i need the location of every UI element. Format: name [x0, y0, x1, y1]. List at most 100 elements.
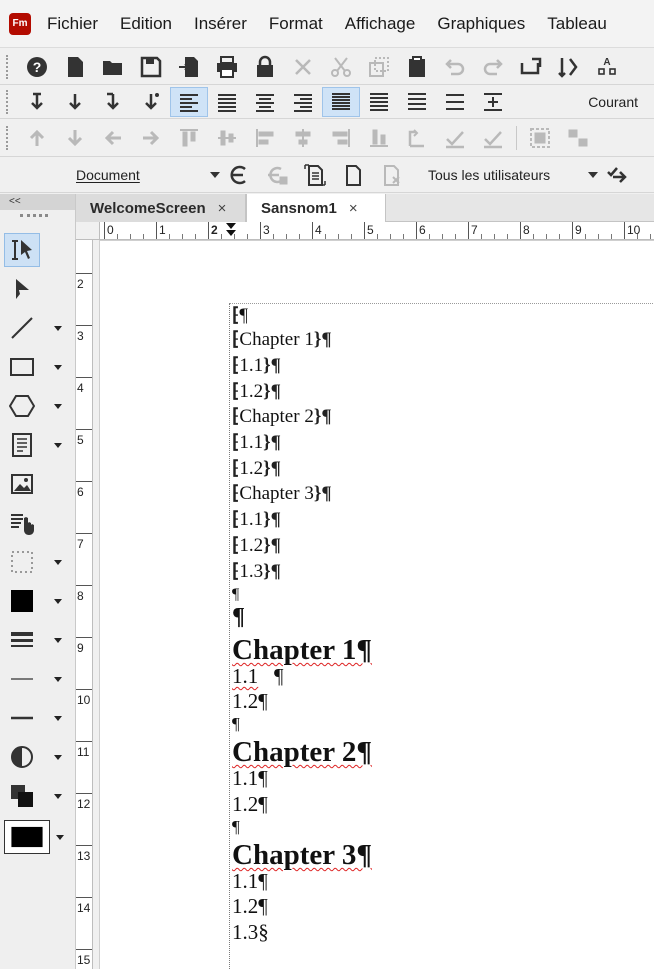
section-heading[interactable]: 1.2¶: [232, 792, 268, 817]
chevron-down-icon[interactable]: [54, 754, 62, 760]
tint-tool[interactable]: [4, 739, 70, 775]
move-left-icon[interactable]: [94, 123, 132, 153]
section-heading[interactable]: 1.1¶: [232, 869, 268, 894]
empty-paragraph[interactable]: ¶: [232, 714, 240, 734]
open-folder-icon[interactable]: [94, 52, 132, 82]
lock-track-changes-icon[interactable]: [258, 160, 296, 190]
empty-paragraph[interactable]: ¶: [232, 604, 245, 631]
document-canvas[interactable]: ⁅¶ ⁅Chapter 1}¶ ⁅1.1}¶ ⁅1.2}¶ ⁅Chapter 2…: [100, 240, 654, 969]
toolbar-grip[interactable]: [6, 125, 10, 150]
rotate-icon[interactable]: [398, 123, 436, 153]
frame-select-tool[interactable]: [4, 544, 70, 580]
users-select[interactable]: Tous les utilisateurs: [428, 167, 598, 183]
blank-page-icon[interactable]: [334, 160, 372, 190]
line-spacing-1-5-icon[interactable]: [360, 87, 398, 117]
check-icon[interactable]: [436, 123, 474, 153]
menu-format[interactable]: Format: [269, 14, 323, 34]
toolbar-grip[interactable]: [6, 89, 10, 114]
accept-changes-icon[interactable]: [598, 160, 636, 190]
toolbar-grip[interactable]: [6, 54, 10, 79]
chevron-down-icon[interactable]: [54, 364, 62, 370]
horizontal-ruler[interactable]: 0 1 2 3 4 5 6 7 8 9 10: [100, 222, 654, 240]
chevron-down-icon[interactable]: [54, 676, 62, 682]
copy-icon[interactable]: [360, 52, 398, 82]
line-spacing-triple-icon[interactable]: [436, 87, 474, 117]
tools-panel-grip[interactable]: [20, 214, 48, 222]
line-spacing-custom-icon[interactable]: [474, 87, 512, 117]
toc-entry[interactable]: ⁅1.2}¶: [232, 457, 281, 480]
line-style-tool[interactable]: [4, 661, 70, 697]
empty-paragraph[interactable]: ¶: [232, 586, 239, 604]
fill-color-tool[interactable]: [4, 583, 70, 619]
toc-entry[interactable]: ⁅1.1}¶: [232, 508, 281, 531]
menu-edition[interactable]: Edition: [120, 14, 172, 34]
chevron-down-icon[interactable]: [54, 715, 62, 721]
tools-panel-collapse[interactable]: <<: [0, 194, 75, 210]
import-icon[interactable]: [170, 52, 208, 82]
align-right-objects-icon[interactable]: [322, 123, 360, 153]
toc-entry[interactable]: ⁅1.2}¶: [232, 380, 281, 403]
close-icon[interactable]: ×: [349, 200, 358, 217]
save-icon[interactable]: [132, 52, 170, 82]
track-changes-icon[interactable]: [220, 160, 258, 190]
section-heading[interactable]: 1.2¶: [232, 894, 268, 919]
align-vertical-center-icon[interactable]: [208, 123, 246, 153]
paste-icon[interactable]: [398, 52, 436, 82]
send-backward-icon[interactable]: [56, 123, 94, 153]
section-heading[interactable]: 1.3§: [232, 920, 269, 945]
toc-entry[interactable]: ⁅Chapter 1}¶: [232, 328, 332, 351]
toc-entry[interactable]: ⁅Chapter 3}¶: [232, 482, 332, 505]
reject-change-icon[interactable]: [372, 160, 410, 190]
section-heading[interactable]: 1.1¶: [232, 766, 268, 791]
object-select-tool[interactable]: [4, 271, 70, 307]
text-frame-tool[interactable]: [4, 427, 70, 463]
tab-right-icon[interactable]: [94, 87, 132, 117]
toc-entry[interactable]: ⁅Chapter 2}¶: [232, 405, 332, 428]
tab-decimal-icon[interactable]: [132, 87, 170, 117]
repeat-icon[interactable]: [512, 52, 550, 82]
toc-entry[interactable]: ⁅1.1}¶: [232, 431, 281, 454]
align-left-icon[interactable]: [170, 86, 208, 117]
check-all-icon[interactable]: [474, 123, 512, 153]
print-icon[interactable]: [208, 52, 246, 82]
toc-entry[interactable]: ⁅1.3}¶: [232, 560, 281, 583]
indent-marker-icon[interactable]: [226, 230, 236, 236]
chevron-down-icon[interactable]: [54, 559, 62, 565]
bring-forward-icon[interactable]: [18, 123, 56, 153]
help-icon[interactable]: ?: [18, 52, 56, 82]
tab-left-icon[interactable]: [18, 87, 56, 117]
align-left-objects-icon[interactable]: [246, 123, 284, 153]
new-document-icon[interactable]: [56, 52, 94, 82]
lock-icon[interactable]: [246, 52, 284, 82]
tab-welcomescreen[interactable]: WelcomeScreen ×: [76, 194, 246, 222]
chevron-down-icon[interactable]: [56, 834, 64, 840]
toc-first-line[interactable]: ⁅¶: [232, 304, 248, 327]
menu-graphiques[interactable]: Graphiques: [437, 14, 525, 34]
chapter-heading[interactable]: Chapter 1¶: [232, 634, 372, 667]
paragraph-style-label[interactable]: Courant: [588, 94, 638, 110]
chevron-down-icon[interactable]: [54, 598, 62, 604]
indent-marker-icon[interactable]: [226, 223, 236, 229]
align-bottom-icon[interactable]: [360, 123, 398, 153]
align-top-icon[interactable]: [170, 123, 208, 153]
section-heading[interactable]: 1.2¶: [232, 689, 268, 714]
pen-color-tool[interactable]: [4, 819, 70, 855]
align-center-icon[interactable]: [246, 87, 284, 117]
graphic-frame-tool[interactable]: [4, 466, 70, 502]
line-end-tool[interactable]: [4, 700, 70, 736]
line-weight-tool[interactable]: [4, 622, 70, 658]
line-spacing-single-icon[interactable]: [322, 86, 360, 117]
find-replace-icon[interactable]: A: [588, 52, 626, 82]
vertical-ruler[interactable]: 2 3 4 5 6 7 8 9 10 11 12 13 14 15: [76, 240, 93, 969]
toc-entry[interactable]: ⁅1.2}¶: [232, 534, 281, 557]
polygon-tool[interactable]: [4, 388, 70, 424]
tab-center-icon[interactable]: [56, 87, 94, 117]
chevron-down-icon[interactable]: [54, 637, 62, 643]
ungroup-icon[interactable]: [559, 123, 597, 153]
menu-tableau[interactable]: Tableau: [547, 14, 607, 34]
close-icon[interactable]: [284, 52, 322, 82]
section-heading[interactable]: 1.1 ¶: [232, 664, 284, 689]
empty-paragraph[interactable]: ¶: [232, 817, 240, 837]
toc-entry[interactable]: ⁅1.1}¶: [232, 354, 281, 377]
line-spacing-double-icon[interactable]: [398, 87, 436, 117]
